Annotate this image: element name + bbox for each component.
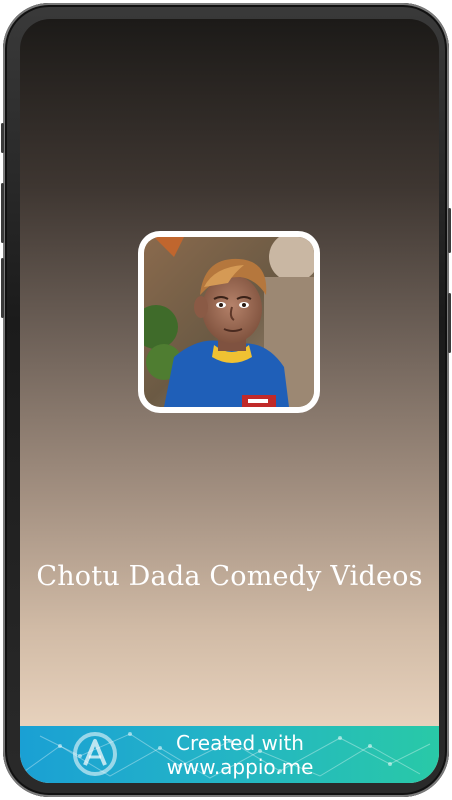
banner-text: Created with www.appio.me xyxy=(130,731,350,779)
banner-line1: Created with xyxy=(176,731,304,755)
chotu-dada-photo-icon xyxy=(144,237,314,407)
phone-frame: Chotu Dada Comedy Videos Created with ww… xyxy=(1,3,451,797)
app-title: Chotu Dada Comedy Videos xyxy=(36,561,423,592)
splash-screen: Chotu Dada Comedy Videos Created with ww… xyxy=(20,19,439,783)
created-with-banner[interactable]: Created with www.appio.me xyxy=(20,726,439,783)
phone-power-button xyxy=(448,208,451,253)
banner-line2[interactable]: www.appio.me xyxy=(130,755,350,779)
phone-bixby-button xyxy=(448,293,451,353)
phone-side-button xyxy=(1,123,4,153)
appio-logo-icon xyxy=(73,732,117,776)
app-logo xyxy=(138,231,320,413)
phone-volume-up-button xyxy=(1,183,4,243)
phone-volume-down-button xyxy=(1,258,4,318)
